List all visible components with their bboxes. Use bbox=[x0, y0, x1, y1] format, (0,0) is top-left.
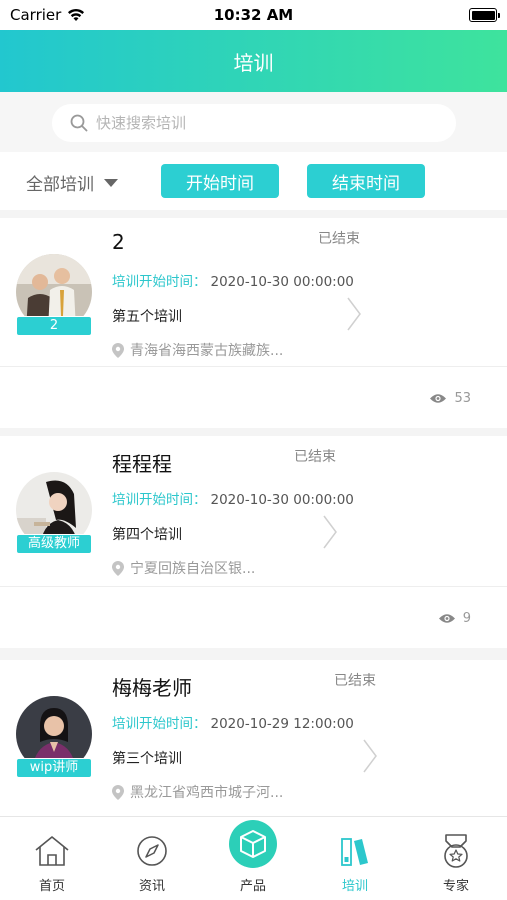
category-dropdown-label: 全部培训 bbox=[26, 175, 94, 195]
location-pin-icon bbox=[112, 784, 124, 800]
instructor-name: 程程程 bbox=[112, 452, 172, 476]
view-count-value: 9 bbox=[462, 611, 471, 626]
instructor-name: 2 bbox=[112, 230, 125, 254]
location-text: 黑龙江省鸡西市城子河... bbox=[130, 785, 284, 801]
status-badge: 已结束 bbox=[318, 231, 360, 247]
location-text: 宁夏回族自治区银... bbox=[130, 561, 256, 577]
tab-label: 首页 bbox=[38, 879, 65, 894]
status-badge: 已结束 bbox=[334, 673, 376, 689]
location-text: 青海省海西蒙古族藏族... bbox=[130, 343, 284, 359]
training-title: 第四个培训 bbox=[112, 527, 182, 543]
start-time-value: 2020-10-30 00:00:00 bbox=[210, 274, 354, 290]
role-badge: 2 bbox=[16, 316, 92, 336]
location: 宁夏回族自治区银... bbox=[112, 558, 255, 578]
battery-icon bbox=[469, 8, 500, 22]
start-time-label: 培训开始时间： bbox=[112, 716, 207, 732]
start-time: 培训开始时间： 2020-10-30 00:00:00 bbox=[112, 270, 354, 290]
tab-bar: 首页 资讯 产品 培训 专家 bbox=[0, 816, 507, 900]
status-bar: Carrier 10:32 AM bbox=[0, 0, 507, 30]
training-title: 第五个培训 bbox=[112, 309, 182, 325]
card-footer: 53 bbox=[0, 366, 507, 428]
filter-bar: 全部培训 开始时间 结束时间 bbox=[0, 152, 507, 210]
medal-icon bbox=[444, 834, 468, 868]
compass-icon bbox=[137, 836, 167, 866]
chevron-right-icon[interactable] bbox=[346, 296, 362, 332]
wifi-icon bbox=[68, 8, 85, 21]
tab-label: 培训 bbox=[341, 879, 368, 894]
training-title: 第三个培训 bbox=[112, 751, 182, 767]
start-time: 培训开始时间： 2020-10-30 00:00:00 bbox=[112, 488, 354, 508]
chevron-right-icon[interactable] bbox=[362, 738, 378, 774]
start-time-value: 2020-10-30 00:00:00 bbox=[210, 492, 354, 508]
tab-label: 专家 bbox=[442, 879, 469, 894]
training-card[interactable]: 程程程 已结束 高级教师 培训开始时间： 2020-10-30 00:00:00 … bbox=[0, 436, 507, 648]
search-icon bbox=[70, 114, 88, 132]
location-pin-icon bbox=[112, 342, 124, 358]
search-input[interactable] bbox=[96, 114, 396, 132]
start-time-value: 2020-10-29 12:00:00 bbox=[210, 716, 354, 732]
eye-icon bbox=[438, 614, 455, 623]
page-title: 培训 bbox=[233, 50, 274, 75]
location: 青海省海西蒙古族藏族... bbox=[112, 340, 283, 360]
start-time-label: 培训开始时间： bbox=[112, 492, 207, 508]
category-dropdown[interactable]: 全部培训 bbox=[26, 170, 118, 195]
view-count-value: 53 bbox=[454, 391, 471, 406]
training-card[interactable]: 梅梅老师 已结束 wip讲师 培训开始时间： 2020-10-29 12:00:0… bbox=[0, 660, 507, 820]
start-time-label: 培训开始时间： bbox=[112, 274, 207, 290]
tab-label: 产品 bbox=[239, 879, 266, 894]
avatar[interactable]: wip讲师 bbox=[16, 696, 92, 778]
nav-header: 培训 bbox=[0, 30, 507, 92]
view-count: 53 bbox=[430, 391, 471, 406]
start-time: 培训开始时间： 2020-10-29 12:00:00 bbox=[112, 712, 354, 732]
status-badge: 已结束 bbox=[294, 449, 336, 465]
search-area bbox=[0, 92, 507, 152]
tab-news[interactable]: 资讯 bbox=[112, 817, 192, 900]
box-icon bbox=[229, 820, 277, 868]
books-icon bbox=[341, 838, 368, 866]
home-icon bbox=[35, 836, 69, 866]
card-footer: 9 bbox=[0, 586, 507, 648]
tab-training[interactable]: 培训 bbox=[315, 817, 395, 900]
search-box[interactable] bbox=[52, 104, 456, 142]
role-badge: 高级教师 bbox=[16, 534, 92, 554]
role-badge: wip讲师 bbox=[16, 758, 92, 778]
end-time-button[interactable]: 结束时间 bbox=[307, 164, 425, 198]
avatar[interactable]: 2 bbox=[16, 254, 92, 336]
tab-products[interactable]: 产品 bbox=[213, 817, 293, 900]
location-pin-icon bbox=[112, 560, 124, 576]
carrier-label: Carrier bbox=[10, 6, 62, 24]
view-count: 9 bbox=[438, 611, 471, 626]
tab-experts[interactable]: 专家 bbox=[416, 817, 496, 900]
eye-icon bbox=[430, 394, 447, 403]
chevron-right-icon[interactable] bbox=[322, 514, 338, 550]
avatar[interactable]: 高级教师 bbox=[16, 472, 92, 554]
instructor-name: 梅梅老师 bbox=[112, 676, 192, 700]
tab-label: 资讯 bbox=[138, 879, 165, 894]
caret-down-icon bbox=[104, 178, 118, 187]
tab-home[interactable]: 首页 bbox=[12, 817, 92, 900]
start-time-button[interactable]: 开始时间 bbox=[161, 164, 279, 198]
location: 黑龙江省鸡西市城子河... bbox=[112, 782, 283, 802]
training-card[interactable]: 2 已结束 2 培训开始时间： 2020-10-30 00:00:00 第五个培训 bbox=[0, 218, 507, 428]
